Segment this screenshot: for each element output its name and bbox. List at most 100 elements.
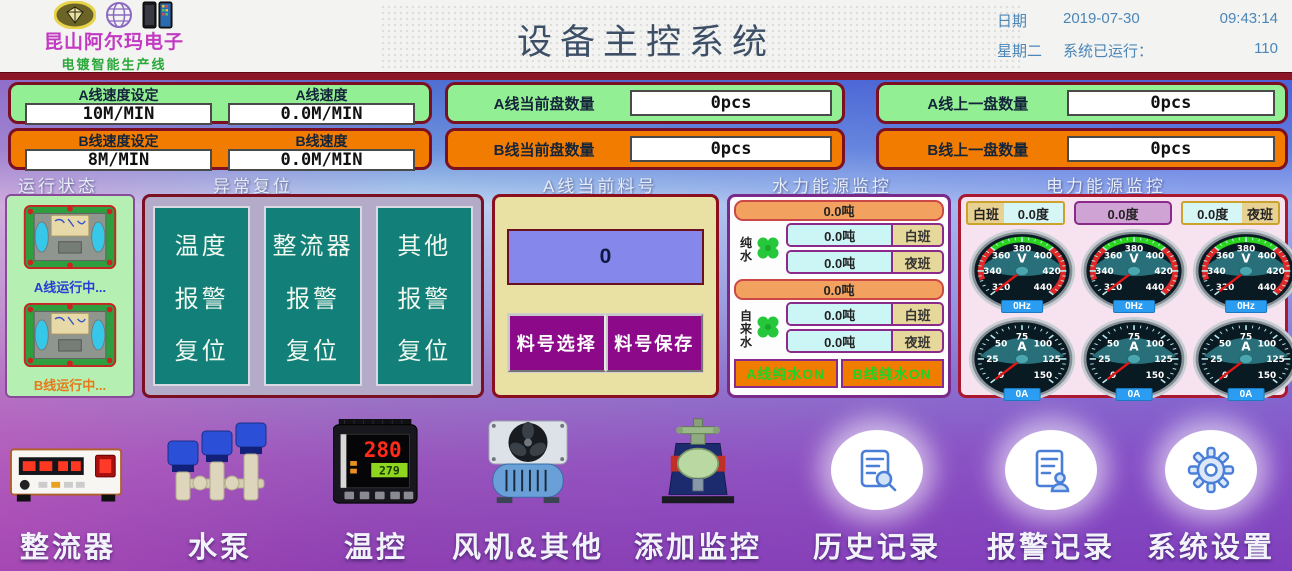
- svg-text:400: 400: [1146, 251, 1165, 261]
- frequency-readout: 0Hz: [1001, 300, 1043, 313]
- svg-text:360: 360: [992, 251, 1011, 261]
- dock-item-alarm-record[interactable]: 报警记录: [971, 424, 1131, 566]
- svg-text:100: 100: [1258, 339, 1277, 349]
- runtime-label: 系统已运行：: [1063, 40, 1188, 61]
- dock-item-pump[interactable]: 水泵: [140, 424, 300, 566]
- a-speed-cur-value: 0.0M/MIN: [228, 103, 415, 125]
- dock-item-rectifier[interactable]: 整流器: [0, 424, 148, 566]
- pure-water-day-value: 0.0吨: [788, 225, 893, 245]
- svg-text:440: 440: [1034, 283, 1053, 293]
- dock-item-settings[interactable]: 系统设置: [1131, 424, 1291, 566]
- svg-text:340: 340: [1207, 267, 1226, 277]
- svg-text:100: 100: [1034, 339, 1053, 349]
- a-current-pan-label: A线当前盘数量: [458, 93, 630, 114]
- material-select-button[interactable]: 料号选择: [508, 314, 606, 372]
- voltmeter-gauge-1: 320340360380400420440V 0Hz: [966, 226, 1078, 314]
- svg-text:V: V: [1241, 252, 1251, 266]
- svg-text:50: 50: [995, 339, 1007, 349]
- current-readout: 0A: [1116, 388, 1153, 401]
- water-pump-icon: [164, 419, 276, 510]
- tap-water-night-value: 0.0吨: [788, 331, 893, 351]
- svg-text:50: 50: [1219, 339, 1231, 349]
- date-label: 日期: [997, 10, 1063, 31]
- svg-text:A: A: [1129, 340, 1139, 354]
- power-energy-panel: 白班 0.0度 0.0度 0.0度 夜班 3203403603804004204…: [958, 194, 1288, 398]
- reset-button-line: 报警: [175, 279, 229, 314]
- ammeter-gauge-3: 0255075100125150A 0A: [1190, 314, 1292, 402]
- ammeter-gauge-2: 0255075100125150A 0A: [1078, 314, 1190, 402]
- dock-label-alarm-record: 报警记录: [971, 524, 1131, 566]
- reset-button-line: 复位: [397, 331, 451, 366]
- datetime-block: 日期 2019-07-30 09:43:14 星期二 系统已运行： 110: [997, 10, 1282, 70]
- date-value: 2019-07-30: [1063, 10, 1188, 31]
- a-speed-set-value[interactable]: 10M/MIN: [25, 103, 212, 125]
- current-readout: 0A: [1228, 388, 1265, 401]
- svg-text:420: 420: [1154, 267, 1173, 277]
- svg-text:420: 420: [1266, 267, 1285, 277]
- b-speed-cur-value: 0.0M/MIN: [228, 149, 415, 171]
- dock-label-fan: 风机&其他: [448, 524, 608, 566]
- pure-water-group: 纯水 0.0吨 白班 0.0吨 夜班: [734, 223, 944, 277]
- b-previous-pan-value: 0pcs: [1067, 136, 1275, 162]
- b-current-pan-label: B线当前盘数量: [458, 139, 630, 160]
- svg-text:150: 150: [1146, 371, 1165, 381]
- power-night-value: 0.0度: [1183, 203, 1242, 223]
- day-shift-label: 白班: [893, 304, 942, 324]
- svg-text:150: 150: [1034, 371, 1053, 381]
- fan-icon: [478, 419, 578, 510]
- rectifier-icon: [9, 441, 127, 510]
- reset-button-line: 温度: [175, 226, 229, 261]
- a-speed-cur-label: A线速度: [295, 87, 347, 103]
- b-speed-cur-label: B线速度: [295, 133, 347, 149]
- dock-label-rectifier: 整流器: [0, 524, 148, 566]
- dock-label-settings: 系统设置: [1131, 524, 1291, 566]
- a-line-machine-icon: [20, 257, 120, 274]
- dock-item-fan[interactable]: 风机&其他: [448, 424, 608, 566]
- dosing-pump-icon: [653, 417, 743, 510]
- tap-water-total: 0.0吨: [734, 279, 944, 300]
- dock-label-pump: 水泵: [140, 524, 300, 566]
- history-icon: [831, 430, 923, 510]
- b-speed-set-label: B线速度设定: [78, 133, 158, 149]
- b-line-pure-water-on-button[interactable]: B线纯水ON: [841, 359, 945, 388]
- a-line-speed-panel: A线速度设定 10M/MIN A线速度 0.0M/MIN: [8, 82, 432, 124]
- rectifier-alarm-reset-button[interactable]: 整流器 报警 复位: [264, 206, 361, 386]
- b-speed-set-value[interactable]: 8M/MIN: [25, 149, 212, 171]
- a-speed-set-label: A线速度设定: [78, 87, 158, 103]
- weekday-value: 星期二: [997, 40, 1063, 61]
- svg-text:360: 360: [1216, 251, 1235, 261]
- tap-water-label: 自来水: [739, 310, 753, 349]
- dock-label-history: 历史记录: [797, 524, 957, 566]
- svg-text:440: 440: [1146, 283, 1165, 293]
- tap-water-day-row: 0.0吨 白班: [786, 302, 944, 326]
- svg-text:150: 150: [1258, 371, 1277, 381]
- a-line-pure-water-on-button[interactable]: A线纯水ON: [734, 359, 838, 388]
- pure-water-total: 0.0吨: [734, 200, 944, 221]
- dock-item-temp-control[interactable]: 280279 温控: [296, 424, 456, 566]
- svg-text:400: 400: [1034, 251, 1053, 261]
- dock-item-add-monitor[interactable]: 添加监控: [618, 424, 778, 566]
- a-previous-pan-label: A线上一盘数量: [889, 93, 1067, 114]
- svg-text:125: 125: [1042, 355, 1061, 365]
- a-previous-pan-panel: A线上一盘数量 0pcs: [876, 82, 1288, 124]
- frequency-readout: 0Hz: [1225, 300, 1267, 313]
- svg-text:440: 440: [1258, 283, 1277, 293]
- b-previous-pan-label: B线上一盘数量: [889, 139, 1067, 160]
- night-shift-label: 夜班: [893, 331, 942, 351]
- svg-text:25: 25: [986, 355, 998, 365]
- tap-water-group: 自来水 0.0吨 白班 0.0吨 夜班: [734, 302, 944, 356]
- b-line-machine-icon: [20, 355, 120, 372]
- material-save-button[interactable]: 料号保存: [606, 314, 704, 372]
- clover-icon: [755, 314, 781, 345]
- frequency-readout: 0Hz: [1113, 300, 1155, 313]
- dock-item-history[interactable]: 历史记录: [797, 424, 957, 566]
- other-alarm-reset-button[interactable]: 其他 报警 复位: [376, 206, 473, 386]
- svg-text:100: 100: [1146, 339, 1165, 349]
- header: 昆山阿尔玛电子 电镀智能生产线 设备主控系统 日期 2019-07-30 09:…: [0, 0, 1292, 72]
- material-number-display: 0: [507, 229, 704, 285]
- dock-label-add-monitor: 添加监控: [618, 524, 778, 566]
- svg-text:360: 360: [1104, 251, 1123, 261]
- runtime-value: 110: [1188, 40, 1278, 61]
- pure-water-night-row: 0.0吨 夜班: [786, 250, 944, 274]
- temperature-alarm-reset-button[interactable]: 温度 报警 复位: [153, 206, 250, 386]
